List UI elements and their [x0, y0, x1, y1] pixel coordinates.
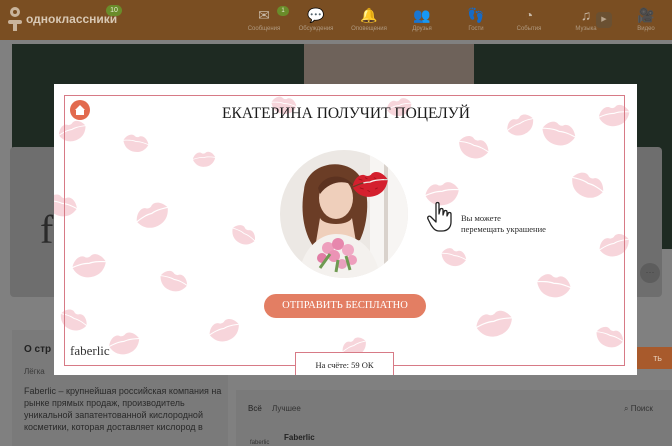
nav-music-label: Музыка: [575, 26, 597, 32]
send-kiss-modal: ЕКАТЕРИНА ПОЛУЧИТ ПОЦЕЛУЙ Вы можете пере…: [54, 84, 637, 375]
site-name[interactable]: одноклассники: [26, 12, 117, 26]
post-author[interactable]: Faberlic: [284, 433, 315, 442]
nav-music[interactable]: ♫ Музыка: [558, 6, 614, 38]
events-icon: ◔: [524, 7, 534, 23]
about-title: О стр: [24, 344, 52, 355]
people-icon: 👥: [413, 7, 431, 23]
music-note-icon: ♫: [580, 7, 592, 23]
nav-guests[interactable]: 👣 Гости: [448, 6, 504, 38]
nav-events-label: События: [516, 26, 542, 32]
film-camera-icon: 🎥: [637, 7, 655, 23]
about-description: Faberlic – крупнейшая российская компани…: [24, 386, 222, 432]
drag-hint: Вы можете перемещать украшение: [461, 213, 546, 235]
nav-video-label: Видео: [637, 26, 655, 32]
nav-discussions[interactable]: 💬 Обсуждения: [288, 6, 344, 38]
feed-search-link[interactable]: ⌕ Поиск: [624, 404, 653, 414]
about-subtitle: Лёгка: [24, 367, 45, 376]
nav-notifications[interactable]: 🔔 Оповещения: [341, 6, 397, 38]
notifications-count-badge: 10: [106, 5, 122, 16]
footprints-icon: 👣: [467, 7, 485, 23]
search-label: Поиск: [630, 404, 653, 413]
nav-friends-label: Друзья: [412, 26, 432, 32]
bell-icon: 🔔: [360, 7, 378, 23]
feed-filter-all[interactable]: Всё: [248, 404, 262, 413]
lips-kiss-icon[interactable]: [349, 170, 391, 198]
faberlic-logo: faberlic: [70, 343, 110, 358]
drag-hint-line-1: Вы можете: [461, 213, 501, 223]
more-options-button[interactable]: ⋯: [640, 263, 660, 283]
nav-events[interactable]: ◔ События: [501, 6, 557, 38]
nav-discussions-label: Обсуждения: [298, 26, 334, 32]
nav-friends[interactable]: 👥 Друзья: [394, 6, 450, 38]
post-avatar: faberlic: [250, 440, 270, 446]
hand-pointer-icon: [427, 201, 452, 232]
modal-title: ЕКАТЕРИНА ПОЛУЧИТ ПОЦЕЛУЙ: [222, 105, 470, 122]
home-button[interactable]: [70, 100, 90, 120]
odnoklassniki-logo-icon[interactable]: [8, 7, 22, 31]
account-balance: На счёте: 59 ОК: [295, 352, 394, 375]
home-icon: [75, 105, 85, 115]
drag-hint-line-2: перемещать украшение: [461, 224, 546, 234]
feed-filter-best[interactable]: Лучшее: [272, 404, 301, 413]
search-icon: ⌕: [624, 404, 631, 413]
send-free-button[interactable]: ОТПРАВИТЬ БЕСПЛАТНО: [264, 294, 426, 318]
speech-bubbles-icon: 💬: [307, 7, 325, 23]
nav-notifications-label: Оповещения: [351, 26, 387, 32]
nav-guests-label: Гости: [468, 26, 484, 32]
nav-messages-label: Сообщения: [247, 26, 281, 32]
profile-avatar-letter: f: [40, 207, 54, 252]
nav-video[interactable]: 🎥 Видео: [618, 6, 672, 38]
